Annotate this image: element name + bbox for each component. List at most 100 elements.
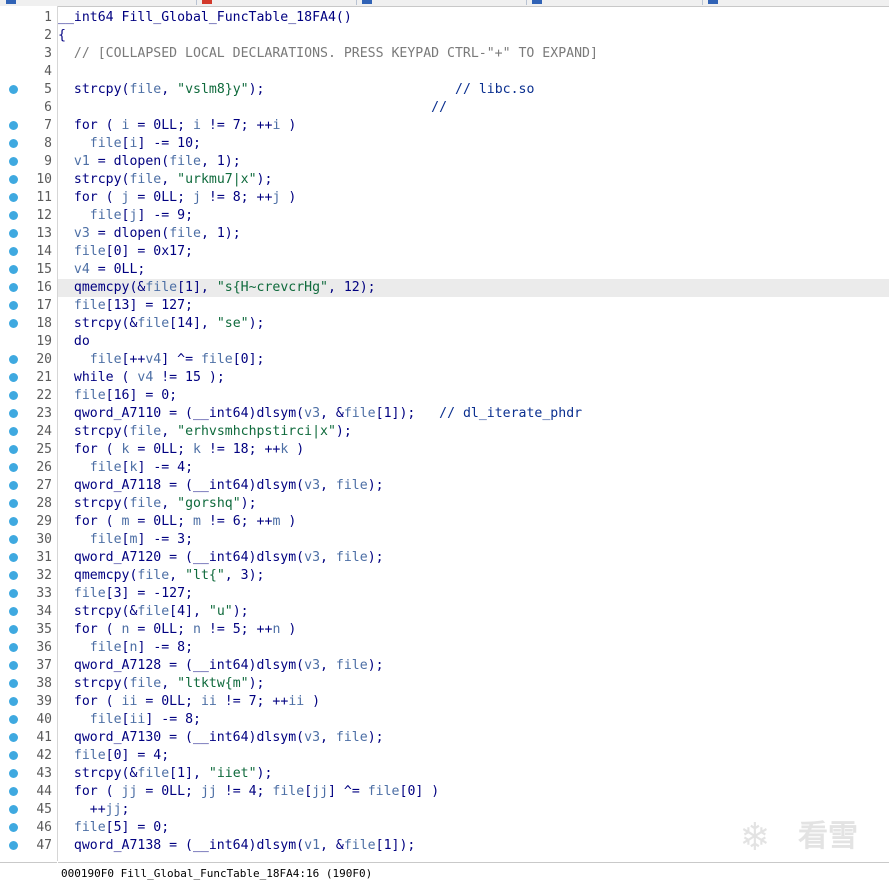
breakpoint-dot-icon[interactable] <box>9 481 18 490</box>
breakpoint-dot-icon[interactable] <box>9 661 18 670</box>
code-line[interactable]: qword_A7130 = (__int64)dlsym(v3, file); <box>58 729 889 747</box>
code-line[interactable]: file[5] = 0; <box>58 819 889 837</box>
breakpoint-dot-icon[interactable] <box>9 139 18 148</box>
breakpoint-dot-icon[interactable] <box>9 571 18 580</box>
code-line[interactable]: strcpy(&file[14], "se"); <box>58 315 889 333</box>
tab-hex-view[interactable] <box>196 0 357 5</box>
tab-imports[interactable] <box>702 0 889 5</box>
code-line[interactable]: qword_A7138 = (__int64)dlsym(v1, &file[1… <box>58 837 889 855</box>
breakpoint-dot-icon[interactable] <box>9 805 18 814</box>
breakpoint-dot-icon[interactable] <box>9 841 18 850</box>
breakpoint-dot-icon[interactable] <box>9 427 18 436</box>
line-number: 19 <box>36 334 52 349</box>
breakpoint-dot-icon[interactable] <box>9 157 18 166</box>
tab-enums[interactable] <box>526 0 703 5</box>
breakpoint-dot-icon[interactable] <box>9 823 18 832</box>
code-line[interactable]: qword_A7118 = (__int64)dlsym(v3, file); <box>58 477 889 495</box>
breakpoint-dot-icon[interactable] <box>9 85 18 94</box>
breakpoint-dot-icon[interactable] <box>9 445 18 454</box>
breakpoint-dot-icon[interactable] <box>9 751 18 760</box>
breakpoint-dot-icon[interactable] <box>9 247 18 256</box>
code-line[interactable]: file[i] -= 10; <box>58 135 889 153</box>
code-text: do <box>58 333 90 351</box>
code-line[interactable]: // <box>58 99 889 117</box>
code-line[interactable]: for ( ii = 0LL; ii != 7; ++ii ) <box>58 693 889 711</box>
code-line[interactable]: v1 = dlopen(file, 1); <box>58 153 889 171</box>
code-line[interactable]: qmemcpy(file, "lt{", 3); <box>58 567 889 585</box>
code-line[interactable]: for ( i = 0LL; i != 7; ++i ) <box>58 117 889 135</box>
code-line[interactable]: strcpy(file, "gorshq"); <box>58 495 889 513</box>
code-line[interactable]: for ( m = 0LL; m != 6; ++m ) <box>58 513 889 531</box>
breakpoint-dot-icon[interactable] <box>9 715 18 724</box>
breakpoint-dot-icon[interactable] <box>9 463 18 472</box>
code-line[interactable]: file[ii] -= 8; <box>58 711 889 729</box>
code-line[interactable]: strcpy(file, "vslm8}y"); // libc.so <box>58 81 889 99</box>
breakpoint-dot-icon[interactable] <box>9 589 18 598</box>
code-line[interactable]: strcpy(&file[4], "u"); <box>58 603 889 621</box>
code-line[interactable]: qword_A7128 = (__int64)dlsym(v3, file); <box>58 657 889 675</box>
breakpoint-dot-icon[interactable] <box>9 301 18 310</box>
code-line[interactable]: { <box>58 27 889 45</box>
code-line[interactable]: file[3] = -127; <box>58 585 889 603</box>
code-line[interactable]: strcpy(file, "ltktw{m"); <box>58 675 889 693</box>
breakpoint-dot-icon[interactable] <box>9 535 18 544</box>
breakpoint-dot-icon[interactable] <box>9 229 18 238</box>
code-line[interactable]: file[0] = 0x17; <box>58 243 889 261</box>
breakpoint-dot-icon[interactable] <box>9 733 18 742</box>
breakpoint-dot-icon[interactable] <box>9 211 18 220</box>
tab-structures[interactable] <box>356 0 527 5</box>
breakpoint-dot-icon[interactable] <box>9 355 18 364</box>
code-line[interactable]: strcpy(file, "urkmu7|x"); <box>58 171 889 189</box>
code-line[interactable]: v4 = 0LL; <box>58 261 889 279</box>
breakpoint-dot-icon[interactable] <box>9 643 18 652</box>
breakpoint-dot-icon[interactable] <box>9 373 18 382</box>
code-line[interactable]: strcpy(&file[1], "iiet"); <box>58 765 889 783</box>
code-line[interactable]: file[k] -= 4; <box>58 459 889 477</box>
code-line[interactable]: file[0] = 4; <box>58 747 889 765</box>
tab-pseudocode[interactable] <box>0 0 197 5</box>
code-token: file <box>137 568 170 583</box>
code-line[interactable]: for ( j = 0LL; j != 8; ++j ) <box>58 189 889 207</box>
pseudocode-editor[interactable]: __int64 Fill_Global_FuncTable_18FA4() { /… <box>58 6 889 861</box>
breakpoint-dot-icon[interactable] <box>9 319 18 328</box>
breakpoint-dot-icon[interactable] <box>9 265 18 274</box>
breakpoint-dot-icon[interactable] <box>9 697 18 706</box>
breakpoint-dot-icon[interactable] <box>9 625 18 634</box>
breakpoint-dot-icon[interactable] <box>9 607 18 616</box>
code-line[interactable]: file[m] -= 3; <box>58 531 889 549</box>
code-line[interactable]: for ( jj = 0LL; jj != 4; file[jj] ^= fil… <box>58 783 889 801</box>
breakpoint-dot-icon[interactable] <box>9 499 18 508</box>
code-line[interactable]: qmemcpy(&file[1], "s{H~crevcrHg", 12); <box>58 279 889 297</box>
breakpoint-dot-icon[interactable] <box>9 787 18 796</box>
code-line[interactable]: // [COLLAPSED LOCAL DECLARATIONS. PRESS … <box>58 45 889 63</box>
code-line[interactable]: qword_A7120 = (__int64)dlsym(v3, file); <box>58 549 889 567</box>
code-line[interactable]: while ( v4 != 15 ); <box>58 369 889 387</box>
code-line[interactable]: do <box>58 333 889 351</box>
line-number-gutter[interactable]: 1 2 3 4 5 6 7 8 9 10 11 12 13 14 15 16 17 18 19 20 21 22 23 24 2… <box>0 6 58 861</box>
breakpoint-dot-icon[interactable] <box>9 121 18 130</box>
code-line[interactable]: for ( n = 0LL; n != 5; ++n ) <box>58 621 889 639</box>
line-number: 41 <box>36 730 52 745</box>
breakpoint-dot-icon[interactable] <box>9 517 18 526</box>
breakpoint-dot-icon[interactable] <box>9 283 18 292</box>
code-token: file <box>343 838 376 853</box>
code-line[interactable]: v3 = dlopen(file, 1); <box>58 225 889 243</box>
code-line[interactable]: file[n] -= 8; <box>58 639 889 657</box>
code-line[interactable]: strcpy(file, "erhvsmhchpstirci|x"); <box>58 423 889 441</box>
code-line[interactable]: file[13] = 127; <box>58 297 889 315</box>
code-line[interactable]: __int64 Fill_Global_FuncTable_18FA4() <box>58 9 889 27</box>
breakpoint-dot-icon[interactable] <box>9 175 18 184</box>
code-line[interactable]: ++jj; <box>58 801 889 819</box>
breakpoint-dot-icon[interactable] <box>9 193 18 202</box>
breakpoint-dot-icon[interactable] <box>9 769 18 778</box>
code-line[interactable]: file[j] -= 9; <box>58 207 889 225</box>
code-line[interactable]: for ( k = 0LL; k != 18; ++k ) <box>58 441 889 459</box>
breakpoint-dot-icon[interactable] <box>9 409 18 418</box>
code-line[interactable] <box>58 63 889 81</box>
code-line[interactable]: file[16] = 0; <box>58 387 889 405</box>
breakpoint-dot-icon[interactable] <box>9 679 18 688</box>
code-line[interactable]: file[++v4] ^= file[0]; <box>58 351 889 369</box>
breakpoint-dot-icon[interactable] <box>9 391 18 400</box>
breakpoint-dot-icon[interactable] <box>9 553 18 562</box>
code-line[interactable]: qword_A7110 = (__int64)dlsym(v3, &file[1… <box>58 405 889 423</box>
